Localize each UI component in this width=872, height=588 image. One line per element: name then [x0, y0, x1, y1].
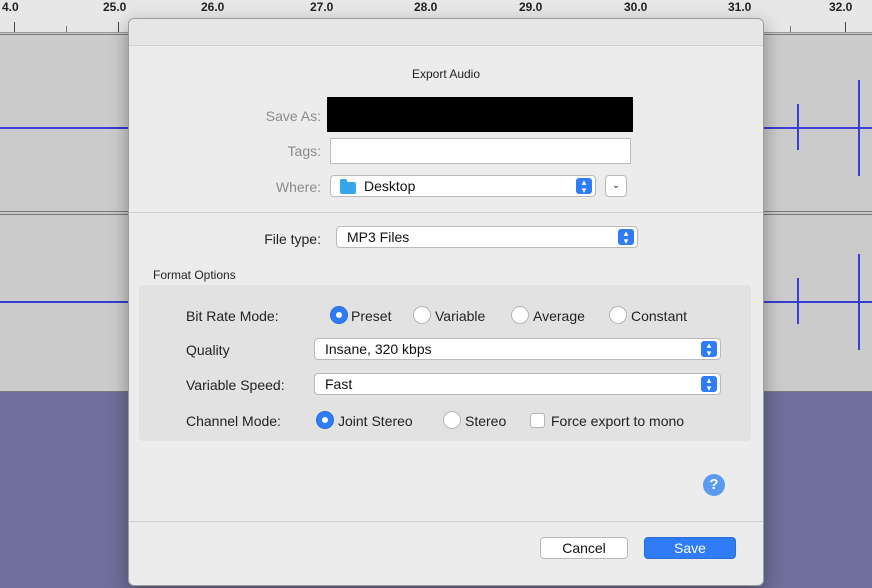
- save-as-field[interactable]: [327, 97, 633, 132]
- variable-speed-label: Variable Speed:: [186, 377, 285, 393]
- quality-value: Insane, 320 kbps: [325, 341, 432, 357]
- where-value: Desktop: [364, 178, 416, 194]
- cancel-button[interactable]: Cancel: [540, 537, 628, 559]
- radio-variable-label[interactable]: Variable: [435, 308, 485, 324]
- tags-label: Tags:: [287, 143, 321, 159]
- footer-divider: [129, 521, 763, 522]
- dialog-title: Export Audio: [411, 67, 481, 81]
- waveform-peak: [858, 80, 860, 176]
- popup-arrows-icon: ▴ ▾: [618, 229, 634, 246]
- ruler-tick: 26.0: [201, 0, 225, 14]
- quality-popup[interactable]: Insane, 320 kbps ▴ ▾: [314, 338, 721, 360]
- tags-field[interactable]: [330, 138, 631, 164]
- ruler-tick: 30.0: [624, 0, 648, 14]
- waveform-segment: [0, 127, 128, 129]
- waveform-segment: [0, 301, 128, 303]
- chevron-down-icon: ⌄: [611, 180, 621, 191]
- waveform-segment: [762, 127, 872, 129]
- quality-label: Quality: [186, 342, 230, 358]
- radio-joint-stereo[interactable]: [316, 411, 334, 429]
- save-as-label: Save As:: [265, 108, 321, 124]
- popup-arrows-icon: ▴ ▾: [701, 376, 717, 393]
- force-mono-checkbox[interactable]: [530, 413, 545, 428]
- help-icon[interactable]: ?: [703, 474, 725, 496]
- ruler-tick: 31.0: [728, 0, 752, 14]
- radio-joint-stereo-label[interactable]: Joint Stereo: [338, 413, 413, 429]
- variable-speed-value: Fast: [325, 376, 353, 392]
- waveform-peak: [858, 254, 860, 350]
- variable-speed-popup[interactable]: Fast ▴ ▾: [314, 373, 721, 395]
- dialog-titlebar[interactable]: [129, 19, 763, 46]
- file-type-value: MP3 Files: [347, 229, 410, 245]
- waveform-peak: [797, 104, 799, 150]
- radio-variable[interactable]: [413, 306, 431, 324]
- ruler-tick: 4.0: [2, 0, 19, 14]
- popup-arrows-icon: ▴ ▾: [576, 178, 592, 195]
- export-audio-dialog: Export Audio Save As: Tags: Where: Deskt…: [128, 18, 764, 586]
- popup-arrows-icon: ▴ ▾: [701, 341, 717, 358]
- radio-stereo[interactable]: [443, 411, 461, 429]
- ruler-tick: 27.0: [310, 0, 334, 14]
- radio-average-label[interactable]: Average: [533, 308, 585, 324]
- save-button[interactable]: Save: [644, 537, 736, 559]
- where-popup[interactable]: Desktop ▴ ▾: [330, 175, 596, 197]
- radio-average[interactable]: [511, 306, 529, 324]
- file-type-popup[interactable]: MP3 Files ▴ ▾: [336, 226, 638, 248]
- folder-icon: [340, 179, 356, 194]
- where-label: Where:: [275, 179, 321, 195]
- radio-constant-label[interactable]: Constant: [631, 308, 687, 324]
- radio-preset-label[interactable]: Preset: [351, 308, 391, 324]
- bit-rate-mode-label: Bit Rate Mode:: [186, 308, 279, 324]
- ruler-tick: 28.0: [414, 0, 438, 14]
- channel-mode-label: Channel Mode:: [186, 413, 281, 429]
- ruler-tick: 29.0: [519, 0, 543, 14]
- expand-browser-button[interactable]: ⌄: [605, 175, 627, 197]
- radio-constant[interactable]: [609, 306, 627, 324]
- force-mono-label[interactable]: Force export to mono: [551, 413, 684, 429]
- format-options-title: Format Options: [153, 268, 236, 282]
- radio-stereo-label[interactable]: Stereo: [465, 413, 506, 429]
- file-type-label: File type:: [264, 231, 321, 247]
- waveform-peak: [797, 278, 799, 324]
- ruler-tick: 32.0: [829, 0, 853, 14]
- ruler-tick: 25.0: [103, 0, 127, 14]
- section-divider: [129, 212, 763, 213]
- radio-preset[interactable]: [330, 306, 348, 324]
- waveform-segment: [762, 301, 872, 303]
